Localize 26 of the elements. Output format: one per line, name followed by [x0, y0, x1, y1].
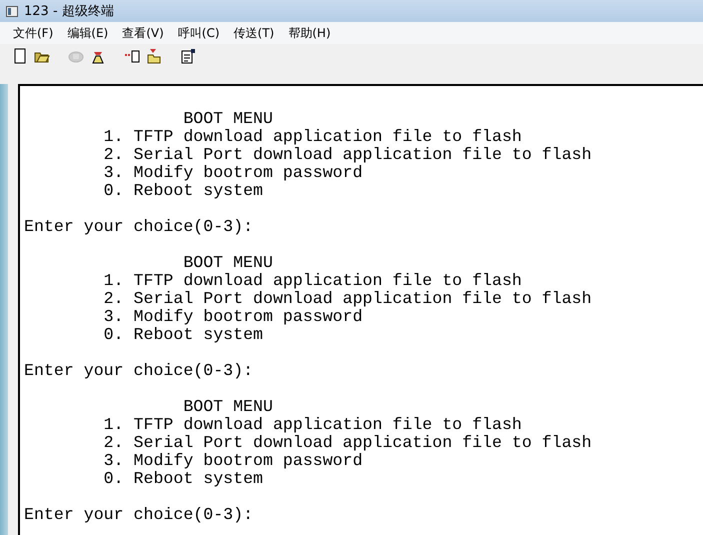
- menu-option: 1. TFTP download application file to flash: [24, 272, 703, 290]
- menu-item[interactable]: 查看(V): [115, 22, 171, 44]
- menu-option: 0. Reboot system: [24, 182, 703, 200]
- menu-option: 0. Reboot system: [24, 470, 703, 488]
- prompt-text: Enter your choice(0-3):: [24, 218, 254, 236]
- menu-item[interactable]: 编辑(E): [60, 22, 116, 44]
- prompt-text: Enter your choice(0-3):: [24, 362, 254, 380]
- menu-item[interactable]: 帮助(H): [281, 22, 338, 44]
- menu-option: 2. Serial Port download application file to flash: [24, 290, 703, 308]
- menu-option: 3. Modify bootrom password: [24, 164, 703, 182]
- prompt-text: Enter your choice(0-3):: [24, 506, 254, 524]
- menu-option: 1. TFTP download application file to flash: [24, 416, 703, 434]
- menu-title: BOOT MENU: [182, 110, 274, 128]
- menu-option: 3. Modify bootrom password: [24, 308, 703, 326]
- menu-item[interactable]: 文件(F): [6, 22, 60, 44]
- menu-option: 2. Serial Port download application file to flash: [24, 146, 703, 164]
- menu-option: 1. TFTP download application file to flash: [24, 128, 703, 146]
- menu-item[interactable]: 呼叫(C): [170, 22, 227, 44]
- window-icon: [6, 6, 18, 16]
- menu-option: 3. Modify bootrom password: [24, 452, 703, 470]
- menu-item[interactable]: 传送(T): [226, 22, 282, 44]
- window-title: 123 - 超级终端: [24, 3, 114, 20]
- menu-option: 0. Reboot system: [24, 326, 703, 344]
- menu-title: BOOT MENU: [182, 254, 274, 272]
- menu-title: BOOT MENU: [182, 398, 274, 416]
- menu-option: 2. Serial Port download application file to flash: [24, 434, 703, 452]
